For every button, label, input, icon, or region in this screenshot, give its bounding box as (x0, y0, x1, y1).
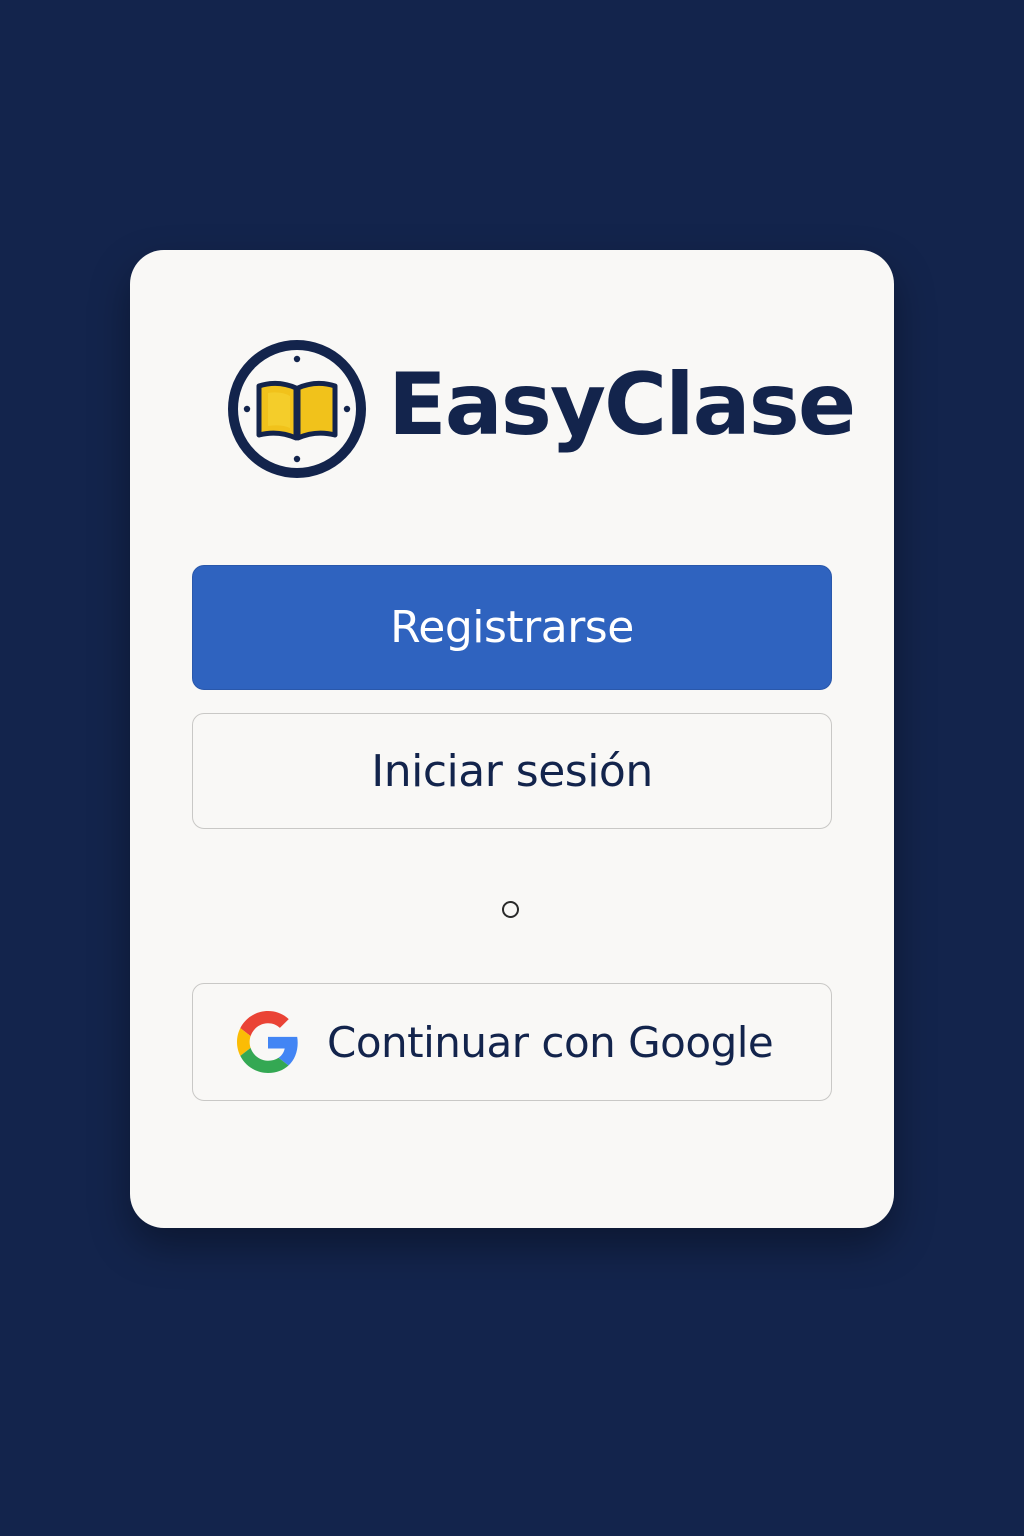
register-button-label: Registrarse (390, 602, 634, 653)
open-book-compass-icon (228, 340, 366, 478)
google-signin-label: Continuar con Google (327, 1017, 774, 1067)
login-button-label: Iniciar sesión (371, 745, 653, 797)
google-g-icon (237, 1011, 298, 1073)
auth-card: EasyClase Registrarse Iniciar sesión o C… (130, 250, 894, 1228)
register-button[interactable]: Registrarse (192, 565, 832, 690)
login-button[interactable]: Iniciar sesión (192, 713, 832, 829)
brand-header: EasyClase (226, 338, 856, 480)
google-signin-button[interactable]: Continuar con Google (192, 983, 832, 1101)
separator-o: o (502, 901, 519, 918)
brand-name: EasyClase (388, 355, 856, 455)
